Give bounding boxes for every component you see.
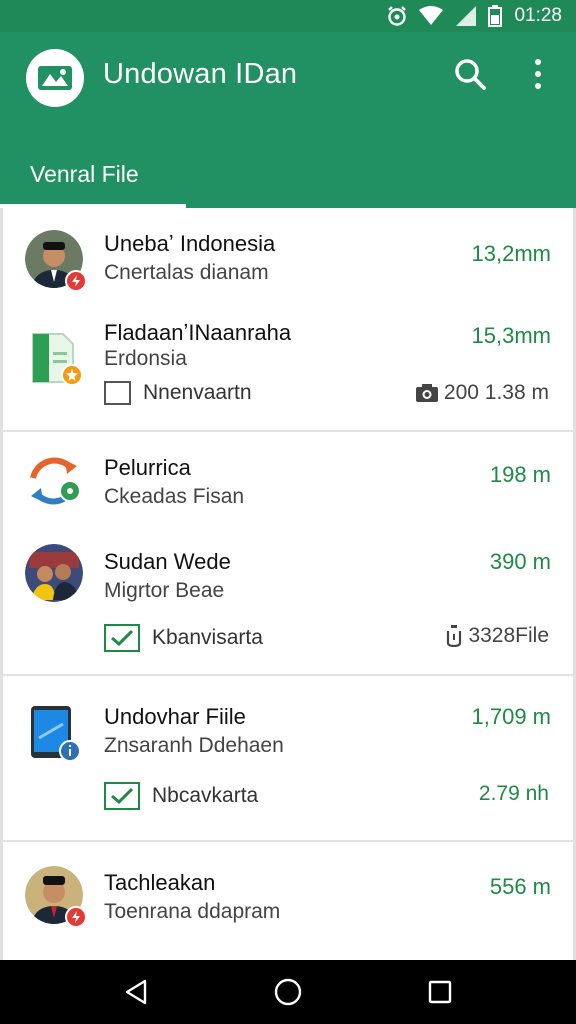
list-card: Tachleakan Toenrana ddapram 556 m bbox=[3, 842, 573, 960]
check-label: Nnenvaartn bbox=[143, 381, 252, 404]
photo-landscape-icon bbox=[38, 66, 72, 90]
tab-venral-file[interactable]: Venral File bbox=[0, 140, 186, 208]
timer-icon bbox=[447, 625, 462, 647]
avatar bbox=[25, 704, 83, 762]
lightning-badge-icon bbox=[65, 906, 87, 928]
check-label: Nbcavkarta bbox=[152, 784, 259, 807]
meta-text: 200 1.38 m bbox=[443, 381, 549, 404]
check-badge-icon bbox=[59, 480, 81, 502]
dot bbox=[535, 83, 541, 89]
recents-button[interactable] bbox=[410, 962, 470, 1022]
back-icon bbox=[125, 979, 147, 1005]
avatar bbox=[25, 544, 83, 602]
item-size: 198 m bbox=[489, 462, 551, 487]
item-size: 390 m bbox=[489, 549, 551, 574]
item-size: 15,3mm bbox=[471, 323, 551, 348]
avatar bbox=[25, 330, 83, 388]
dot bbox=[535, 59, 541, 65]
item-title: Unebaʼ Indonesia bbox=[104, 231, 276, 256]
list-item[interactable]: Undovhar Fiile Znsaranh Ddehaen 1,709 m … bbox=[3, 676, 573, 842]
checkbox[interactable] bbox=[104, 782, 140, 810]
search-icon bbox=[455, 59, 486, 90]
item-meta: 2.79 nh bbox=[479, 782, 549, 806]
item-meta: 200 1.38 m bbox=[415, 381, 549, 405]
item-title: FladaanʼINaanraha bbox=[104, 320, 292, 345]
list-card: Unebaʼ Indonesia Cnertalas dianam 13,2mm… bbox=[3, 208, 573, 432]
search-button[interactable] bbox=[448, 52, 492, 96]
status-time: 01:28 bbox=[514, 5, 562, 26]
item-subtitle: Znsaranh Ddehaen bbox=[104, 734, 284, 757]
tab-label: Venral File bbox=[30, 160, 139, 187]
home-icon bbox=[274, 978, 302, 1006]
alarm-icon bbox=[386, 5, 408, 27]
group-photo-icon bbox=[25, 544, 83, 602]
item-subtitle: Migrtor Beae bbox=[104, 579, 225, 602]
check-icon bbox=[111, 787, 134, 805]
avatar bbox=[25, 866, 87, 928]
avatar bbox=[25, 452, 83, 510]
signal-icon bbox=[454, 5, 478, 27]
home-button[interactable] bbox=[258, 962, 318, 1022]
check-label: Kbanvisarta bbox=[152, 626, 263, 649]
list-item[interactable]: Unebaʼ Indonesia Cnertalas dianam 13,2mm bbox=[3, 208, 573, 308]
item-title: Undovhar Fiile bbox=[104, 704, 246, 729]
meta-text: 3328File bbox=[468, 624, 549, 647]
list-item[interactable]: Tachleakan Toenrana ddapram 556 m bbox=[3, 842, 573, 960]
item-subtitle: Cnertalas dianam bbox=[104, 261, 269, 284]
checkbox[interactable] bbox=[104, 624, 140, 652]
back-button[interactable] bbox=[106, 962, 166, 1022]
check-row[interactable]: Nnenvaartn bbox=[104, 381, 252, 405]
check-row[interactable]: Nbcavkarta bbox=[104, 782, 258, 810]
item-title: Pelurrica bbox=[104, 455, 191, 480]
item-title: Tachleakan bbox=[104, 870, 216, 895]
item-size: 1,709 m bbox=[471, 704, 552, 729]
app-title: Undowan IDan bbox=[103, 58, 298, 90]
item-size: 556 m bbox=[489, 874, 551, 899]
camera-icon bbox=[415, 384, 438, 402]
battery-icon bbox=[488, 5, 503, 27]
app-logo bbox=[26, 49, 84, 107]
status-bar: 01:28 bbox=[0, 0, 576, 32]
list-card: Pelurrica Ckeadas Fisan 198 m Sudan Wede… bbox=[3, 432, 573, 676]
list-card: Undovhar Fiile Znsaranh Ddehaen 1,709 m … bbox=[3, 676, 573, 842]
list-item[interactable]: Pelurrica Ckeadas Fisan 198 m bbox=[3, 432, 573, 528]
dot bbox=[535, 71, 541, 77]
navigation-bar bbox=[0, 960, 576, 1024]
info-badge-icon bbox=[59, 740, 81, 762]
list-item[interactable]: FladaanʼINaanraha Erdonsia 15,3mm Nnenva… bbox=[3, 308, 573, 432]
item-subtitle: Ckeadas Fisan bbox=[104, 485, 245, 508]
avatar bbox=[25, 230, 87, 292]
file-list[interactable]: Unebaʼ Indonesia Cnertalas dianam 13,2mm… bbox=[0, 208, 576, 960]
star-badge-icon bbox=[61, 364, 83, 386]
check-icon bbox=[111, 629, 134, 647]
checkbox[interactable] bbox=[104, 381, 131, 405]
meta-text: 2.79 nh bbox=[478, 782, 549, 805]
recents-icon bbox=[428, 980, 452, 1004]
lightning-badge-icon bbox=[65, 270, 87, 292]
more-vert-icon[interactable] bbox=[520, 52, 556, 96]
check-row[interactable]: Kbanvisarta bbox=[104, 624, 263, 652]
item-subtitle: Toenrana ddapram bbox=[104, 900, 281, 923]
list-item[interactable]: Sudan Wede Migrtor Beae 390 m Kbanvisart… bbox=[3, 528, 573, 676]
app-bar: Undowan IDan Venral File bbox=[0, 32, 576, 208]
item-size: 13,2mm bbox=[471, 241, 551, 266]
item-meta: 3328File bbox=[445, 624, 549, 648]
item-title: Sudan Wede bbox=[104, 549, 231, 574]
item-subtitle: Erdonsia bbox=[104, 347, 187, 370]
wifi-icon bbox=[418, 6, 444, 26]
